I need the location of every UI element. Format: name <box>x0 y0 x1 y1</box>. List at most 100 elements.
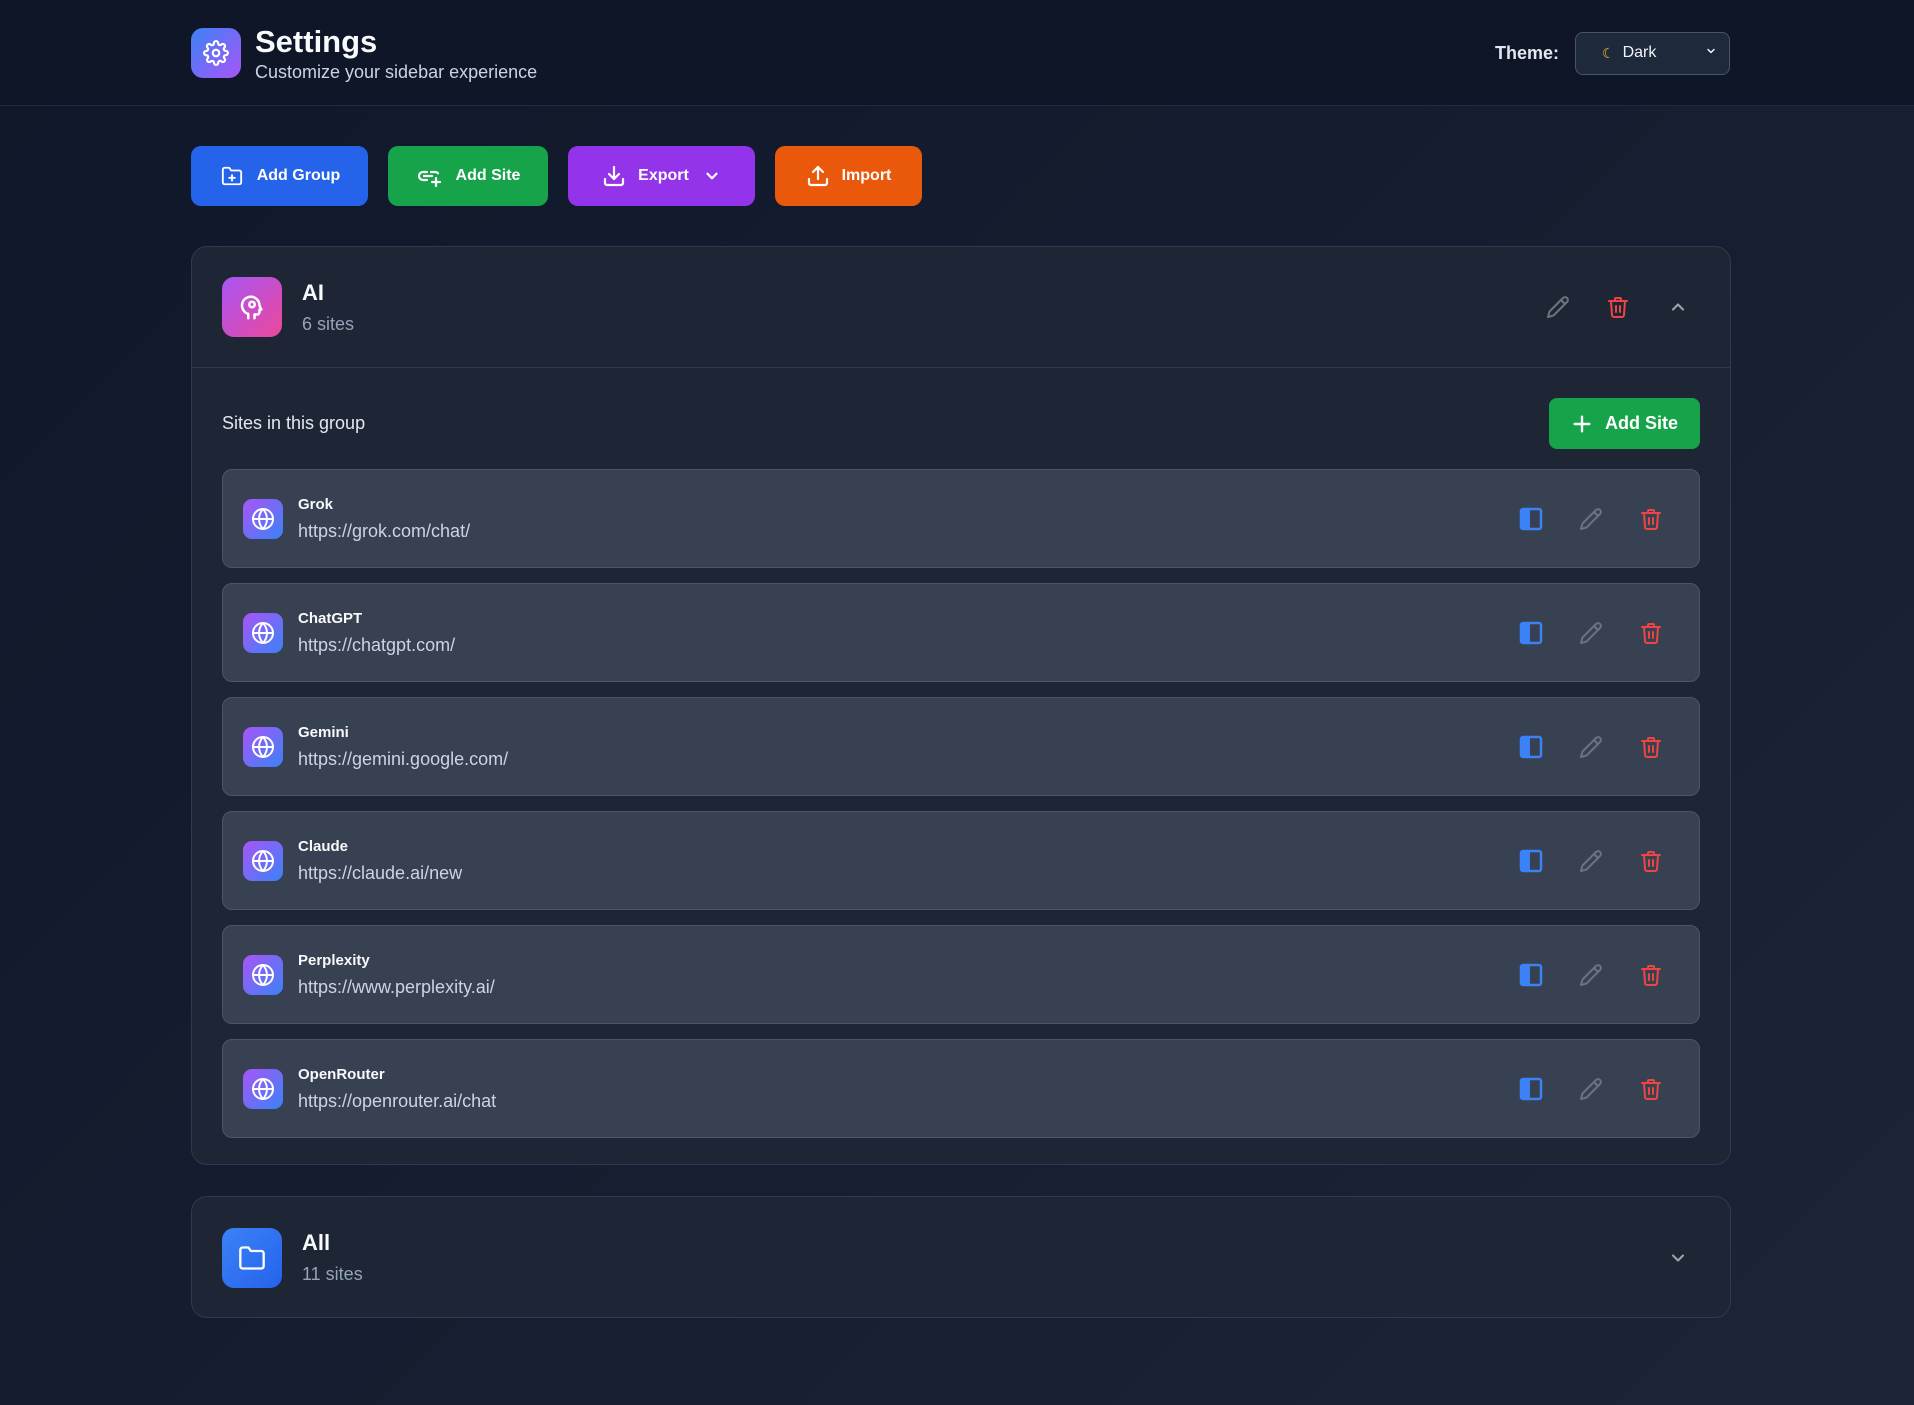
site-url: https://www.perplexity.ai/ <box>298 976 495 997</box>
pencil-icon <box>1580 621 1602 644</box>
open-in-sidebar-button[interactable] <box>1519 621 1543 645</box>
collapse-group-button[interactable] <box>1666 295 1690 319</box>
edit-site-button[interactable] <box>1579 849 1603 873</box>
edit-site-button[interactable] <box>1579 963 1603 987</box>
group-header[interactable]: AI 6 sites <box>192 247 1730 368</box>
import-button[interactable]: Import <box>775 146 922 206</box>
plus-icon <box>1573 414 1591 433</box>
globe-icon <box>243 954 283 995</box>
pencil-icon <box>1580 849 1602 872</box>
globe-icon <box>243 498 283 539</box>
delete-group-button[interactable] <box>1606 295 1630 319</box>
open-in-sidebar-button[interactable] <box>1519 849 1543 873</box>
open-in-sidebar-button[interactable] <box>1519 963 1543 987</box>
site-row: ChatGPT https://chatgpt.com/ <box>222 583 1700 682</box>
edit-site-button[interactable] <box>1579 735 1603 759</box>
delete-site-button[interactable] <box>1639 963 1663 987</box>
open-in-sidebar-button[interactable] <box>1519 735 1543 759</box>
trash-icon <box>1641 508 1661 530</box>
delete-site-button[interactable] <box>1639 849 1663 873</box>
chevron-up-icon <box>1671 303 1685 311</box>
group-site-count: 11 sites <box>302 1264 363 1284</box>
edit-group-button[interactable] <box>1546 295 1570 319</box>
globe-icon <box>243 1068 283 1109</box>
brain-icon <box>222 277 282 337</box>
group-name: AI <box>302 279 324 305</box>
delete-site-button[interactable] <box>1639 621 1663 645</box>
sidebar-panel-icon <box>1519 507 1543 530</box>
trash-icon <box>1641 1078 1661 1100</box>
theme-select[interactable]: ☾ Dark <box>1575 31 1730 75</box>
download-icon <box>604 165 625 187</box>
export-button[interactable]: Export <box>568 146 755 206</box>
top-header: Settings Customize your sidebar experien… <box>0 0 1914 106</box>
add-site-button[interactable]: Add Site <box>388 146 548 206</box>
site-name: OpenRouter <box>298 1065 385 1083</box>
site-list: Grok https://grok.com/chat/ ChatGPT http… <box>222 469 1700 1138</box>
globe-icon <box>243 612 283 653</box>
export-label: Export <box>638 167 689 184</box>
site-name: Gemini <box>298 723 349 741</box>
pencil-icon <box>1580 735 1602 758</box>
open-in-sidebar-button[interactable] <box>1519 507 1543 531</box>
add-site-to-group-button[interactable]: Add Site <box>1549 398 1700 449</box>
delete-site-button[interactable] <box>1639 507 1663 531</box>
trash-icon <box>1641 964 1661 986</box>
page-title: Settings <box>255 23 378 59</box>
group-card-all: All 11 sites <box>191 1196 1731 1318</box>
moon-icon: ☾ <box>1602 44 1615 61</box>
trash-icon <box>1608 297 1628 318</box>
expand-group-button[interactable] <box>1666 1246 1690 1270</box>
globe-icon <box>243 840 283 881</box>
add-site-label: Add Site <box>455 167 521 184</box>
link-plus-icon <box>417 170 441 187</box>
group-header[interactable]: All 11 sites <box>192 1197 1730 1318</box>
edit-site-button[interactable] <box>1579 621 1603 645</box>
add-group-label: Add Group <box>256 167 341 184</box>
sidebar-panel-icon <box>1519 621 1543 644</box>
site-row: Grok https://grok.com/chat/ <box>222 469 1700 568</box>
sidebar-panel-icon <box>1519 735 1543 758</box>
edit-site-button[interactable] <box>1579 507 1603 531</box>
site-url: https://claude.ai/new <box>298 862 463 883</box>
sidebar-panel-icon <box>1519 963 1543 986</box>
site-name: Claude <box>298 837 349 855</box>
group-site-count: 6 sites <box>302 313 355 334</box>
site-url: https://gemini.google.com/ <box>298 748 509 769</box>
site-name: Grok <box>298 495 334 513</box>
chevron-down-icon <box>1671 1253 1685 1262</box>
sidebar-panel-icon <box>1519 1077 1543 1100</box>
site-url: https://openrouter.ai/chat <box>298 1090 497 1111</box>
upload-icon <box>807 165 828 187</box>
trash-icon <box>1641 850 1661 872</box>
pencil-icon <box>1547 296 1569 318</box>
pencil-icon <box>1580 1077 1602 1100</box>
toolbar: Add Group Add Site Export Import <box>191 146 922 206</box>
site-name: Perplexity <box>298 951 370 969</box>
site-url: https://chatgpt.com/ <box>298 634 456 655</box>
add-group-button[interactable]: Add Group <box>191 146 368 206</box>
folder-icon <box>222 1227 282 1288</box>
edit-site-button[interactable] <box>1579 1077 1603 1101</box>
trash-icon <box>1641 622 1661 644</box>
site-row: OpenRouter https://openrouter.ai/chat <box>222 1039 1700 1138</box>
sites-section-label: Sites in this group <box>222 413 366 433</box>
delete-site-button[interactable] <box>1639 735 1663 759</box>
chevron-down-icon <box>706 172 718 180</box>
site-row: Perplexity https://www.perplexity.ai/ <box>222 925 1700 1024</box>
group-name: All <box>302 1230 331 1255</box>
sidebar-panel-icon <box>1519 849 1543 872</box>
site-row: Claude https://claude.ai/new <box>222 811 1700 910</box>
open-in-sidebar-button[interactable] <box>1519 1077 1543 1101</box>
add-site-to-group-label: Add Site <box>1604 413 1678 433</box>
trash-icon <box>1641 736 1661 758</box>
page-subtitle: Customize your sidebar experience <box>255 61 538 82</box>
globe-icon <box>243 726 283 767</box>
import-label: Import <box>841 167 892 184</box>
gear-icon <box>191 28 241 78</box>
delete-site-button[interactable] <box>1639 1077 1663 1101</box>
theme-select-value: Dark <box>1622 44 1657 61</box>
pencil-icon <box>1580 507 1602 530</box>
site-name: ChatGPT <box>298 609 363 627</box>
site-row: Gemini https://gemini.google.com/ <box>222 697 1700 796</box>
